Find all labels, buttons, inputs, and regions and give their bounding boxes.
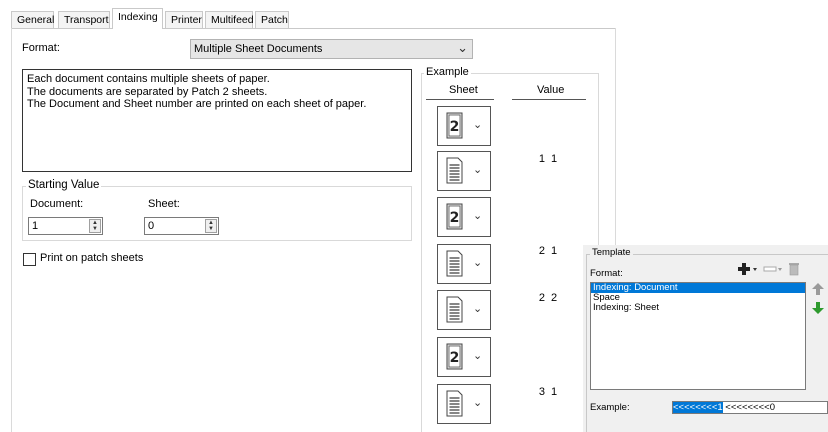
header-underline [512, 99, 586, 100]
chevron-down-icon: ⌄ [473, 119, 483, 131]
document-page-icon [446, 157, 463, 184]
template-example-label: Example: [590, 402, 630, 413]
document-spinner[interactable]: 1 ▲ ▼ [28, 217, 103, 235]
header-underline [426, 99, 494, 100]
document-value: 1 [32, 220, 39, 232]
sheet-dropdown[interactable]: ⌄ [437, 290, 491, 330]
sheet-dropdown[interactable]: 2 ⌄ [437, 106, 491, 146]
description-line: The Document and Sheet number are printe… [27, 98, 367, 110]
sheet-label: Sheet: [148, 198, 180, 210]
document-label: Document: [30, 198, 84, 210]
sheet-value: 0 [148, 220, 155, 232]
sheet-dropdown[interactable]: ⌄ [437, 384, 491, 424]
format-label: Format: [22, 42, 60, 54]
tab-printer[interactable]: Printer [165, 11, 203, 28]
document-page-icon [446, 390, 463, 417]
example-rest-text: <<<<<<<<0 [722, 402, 775, 413]
template-example-field: <<<<<<<<1 <<<<<<<<0 [672, 401, 828, 414]
sheet-dropdown[interactable]: 2 ⌄ [437, 337, 491, 377]
chevron-down-icon: ⌄ [473, 397, 483, 409]
format-description: Each document contains multiple sheets o… [22, 69, 412, 172]
description-line: Each document contains multiple sheets o… [27, 73, 270, 85]
chevron-down-icon: ⌄ [473, 210, 483, 222]
sheet-dropdown[interactable]: ⌄ [437, 244, 491, 284]
document-page-icon [446, 296, 463, 323]
print-on-patch-label: Print on patch sheets [40, 252, 144, 264]
spin-arrows-icon[interactable]: ▲ ▼ [89, 219, 101, 233]
chevron-down-icon: ⌄ [473, 257, 483, 269]
description-line: The documents are separated by Patch 2 s… [27, 85, 268, 98]
template-field-list[interactable]: Indexing: Document Space Indexing: Sheet [590, 282, 806, 390]
tab-transport[interactable]: Transport [58, 11, 110, 28]
move-up-icon[interactable] [812, 283, 824, 295]
add-field-icon[interactable] [738, 262, 760, 276]
trash-icon[interactable] [788, 261, 800, 276]
move-down-icon[interactable] [812, 302, 824, 314]
sheet-dropdown[interactable]: 2 ⌄ [437, 197, 491, 237]
svg-text:2: 2 [450, 210, 460, 226]
document-page-icon [446, 250, 463, 277]
template-list-item[interactable]: Indexing: Document [591, 283, 805, 293]
tab-patch[interactable]: Patch [255, 11, 289, 28]
example-selected-text: <<<<<<<<1 [673, 402, 723, 413]
example-title: Example [424, 66, 471, 78]
value-column-header: Value [537, 84, 565, 96]
format-value: Multiple Sheet Documents [194, 43, 323, 55]
format-dropdown[interactable]: Multiple Sheet Documents ⌄ [190, 39, 473, 59]
sheet-dropdown[interactable]: ⌄ [437, 151, 491, 191]
sheet-spinner[interactable]: 0 ▲ ▼ [144, 217, 219, 235]
example-value: 3 1 [538, 386, 558, 398]
patch-2-sheet-icon: 2 [446, 343, 463, 370]
tab-strip: General Transport Indexing Printer Multi… [11, 8, 611, 29]
starting-value-title: Starting Value [26, 179, 102, 191]
example-value: 2 1 [538, 245, 558, 257]
print-on-patch-checkbox[interactable] [23, 253, 36, 266]
edit-field-icon[interactable] [763, 262, 785, 276]
tab-general[interactable]: General [11, 11, 54, 28]
example-value: 1 1 [538, 153, 558, 165]
svg-text:2: 2 [450, 119, 460, 135]
chevron-down-icon: ⌄ [473, 164, 483, 176]
template-format-label: Format: [590, 268, 623, 279]
panel-border [11, 28, 12, 432]
chevron-down-icon: ⌄ [473, 350, 483, 362]
patch-2-sheet-icon: 2 [446, 203, 463, 230]
tab-multifeed[interactable]: Multifeed [205, 11, 254, 28]
example-value: 2 2 [538, 292, 558, 304]
template-title: Template [590, 247, 633, 258]
tab-divider [11, 28, 616, 29]
tab-indexing[interactable]: Indexing [112, 8, 163, 29]
chevron-down-icon: ⌄ [457, 40, 468, 55]
sheet-column-header: Sheet [449, 84, 478, 96]
chevron-down-icon: ⌄ [473, 303, 483, 315]
patch-2-sheet-icon: 2 [446, 112, 463, 139]
svg-text:2: 2 [450, 350, 460, 366]
spin-arrows-icon[interactable]: ▲ ▼ [205, 219, 217, 233]
template-list-item[interactable]: Indexing: Sheet [591, 303, 805, 313]
